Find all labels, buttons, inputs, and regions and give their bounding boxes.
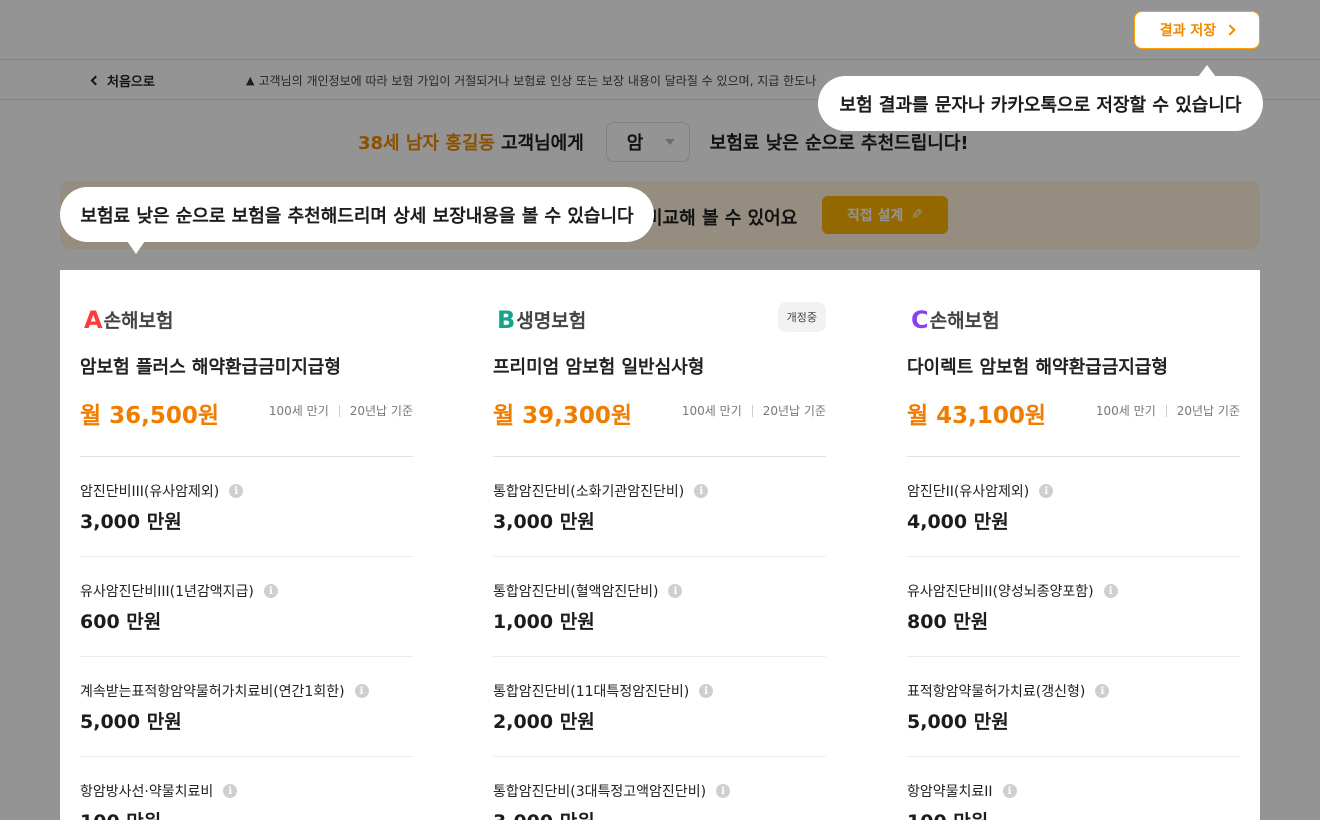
term-label: 100세 만기 (1095, 404, 1156, 418)
pay-label: 20년납 기준 (349, 404, 413, 418)
info-icon[interactable]: i (1039, 484, 1054, 498)
info-icon[interactable]: i (354, 684, 369, 698)
info-icon[interactable]: i (1103, 584, 1118, 598)
coverage-label: 통합암진단비(3대특정고액암진단비) (493, 784, 707, 800)
info-icon[interactable]: i (694, 484, 709, 498)
coverage-label: 계속받는표적항암약물허가치료비(연간1회한) (80, 684, 345, 700)
info-icon[interactable]: i (699, 684, 714, 698)
pay-label: 20년납 기준 (762, 404, 826, 418)
save-results-button[interactable]: 결과 저장 (1134, 11, 1260, 49)
insurer-logo: B 생명보험 (497, 306, 586, 333)
info-icon[interactable]: i (263, 584, 278, 598)
coverage-amount: 800 만원 (907, 611, 989, 633)
divider (1165, 404, 1167, 417)
coverage-amount: 4,000 만원 (907, 511, 1009, 533)
product-name: 다이렉트 암보험 해약환급금지급형 (907, 357, 1168, 378)
monthly-price: 월 39,300원 (493, 403, 633, 429)
chevron-right-icon (1224, 24, 1236, 36)
revision-badge: 개정중 (777, 302, 826, 332)
coverage-label: 유사암진단비III(1년감액지급) (80, 584, 254, 600)
info-icon[interactable]: i (229, 484, 244, 498)
divider (338, 404, 340, 417)
coverage-label: 항암약물치료II (907, 784, 993, 800)
policy-terms: 100세 만기 20년납 기준 (1096, 402, 1240, 419)
product-card[interactable]: B 생명보험 개정중 프리미엄 암보험 일반심사형 월 39,300원 100세… (493, 270, 826, 820)
recommendation-list: A 손해보험 암보험 플러스 해약환급금미지급형 월 36,500원 100세 … (60, 270, 1260, 820)
coverage-item: 유사암진단비III(1년감액지급) i 600 만원 (80, 557, 413, 657)
coverage-item: 계속받는표적항암약물허가치료비(연간1회한) i 5,000 만원 (80, 657, 413, 757)
product-name: 암보험 플러스 해약환급금미지급형 (80, 357, 341, 378)
list-tooltip-text: 보험료 낮은 순으로 보험을 추천해드리며 상세 보장내용을 볼 수 있습니다 (80, 205, 634, 227)
policy-terms: 100세 만기 20년납 기준 (682, 402, 826, 419)
coverage-label: 암진단비III(유사암제외) (80, 484, 220, 500)
logo-text: 손해보험 (103, 310, 174, 332)
insurer-logo: A 손해보험 (84, 306, 174, 333)
coverage-label: 표적항암약물허가치료(갱신형) (907, 684, 1086, 700)
coverage-item: 통합암진단비(3대특정고액암진단비) i 3,000 만원 (493, 757, 826, 820)
info-icon[interactable]: i (716, 784, 731, 798)
tooltip-arrow (1198, 65, 1216, 77)
coverage-item: 통합암진단비(11대특정암진단비) i 2,000 만원 (493, 657, 826, 757)
coverage-item: 항암방사선·약물치료비 i 100 만원 (80, 757, 413, 820)
info-icon[interactable]: i (223, 784, 238, 798)
coverage-amount: 5,000 만원 (907, 711, 1009, 733)
term-label: 100세 만기 (681, 404, 742, 418)
logo-letter: B (497, 305, 516, 334)
save-tooltip-text: 보험 결과를 문자나 카카오톡으로 저장할 수 있습니다 (839, 94, 1242, 116)
coverage-amount: 3,000 만원 (493, 807, 595, 820)
coverage-item: 표적항암약물허가치료(갱신형) i 5,000 만원 (907, 657, 1240, 757)
coverage-label: 통합암진단비(11대특정암진단비) (493, 684, 690, 700)
coverage-amount: 100 만원 (907, 807, 988, 820)
coverage-amount: 3,000 만원 (80, 511, 182, 533)
coverage-amount: 600 만원 (80, 611, 162, 633)
coverage-amount: 3,000 만원 (493, 511, 595, 533)
info-icon[interactable]: i (1002, 784, 1017, 798)
save-button-label: 결과 저장 (1159, 23, 1217, 39)
tooltip-arrow (127, 241, 145, 254)
monthly-price: 월 43,100원 (907, 403, 1047, 429)
logo-text: 손해보험 (929, 310, 1000, 332)
term-label: 100세 만기 (268, 404, 329, 418)
coverage-label: 통합암진단비(혈액암진단비) (493, 584, 659, 600)
logo-letter: C (911, 305, 929, 334)
logo-text: 생명보험 (516, 310, 587, 332)
policy-terms: 100세 만기 20년납 기준 (269, 402, 413, 419)
monthly-price: 월 36,500원 (80, 403, 220, 429)
product-card[interactable]: A 손해보험 암보험 플러스 해약환급금미지급형 월 36,500원 100세 … (80, 270, 413, 820)
info-icon[interactable]: i (1095, 684, 1110, 698)
coverage-label: 통합암진단비(소화기관암진단비) (493, 484, 685, 500)
product-card[interactable]: C 손해보험 다이렉트 암보험 해약환급금지급형 월 43,100원 100세 … (907, 270, 1240, 820)
coverage-item: 항암약물치료II i 100 만원 (907, 757, 1240, 820)
coverage-amount: 2,000 만원 (493, 711, 595, 733)
logo-letter: A (84, 305, 103, 334)
pay-label: 20년납 기준 (1176, 404, 1240, 418)
product-name: 프리미엄 암보험 일반심사형 (493, 357, 705, 378)
coverage-label: 암진단II(유사암제외) (907, 484, 1030, 500)
coverage-label: 항암방사선·약물치료비 (80, 784, 214, 800)
save-tooltip: 보험 결과를 문자나 카카오톡으로 저장할 수 있습니다 (818, 65, 1263, 131)
list-tooltip: 보험료 낮은 순으로 보험을 추천해드리며 상세 보장내용을 볼 수 있습니다 (60, 187, 654, 254)
coverage-item: 암진단비III(유사암제외) i 3,000 만원 (80, 457, 413, 557)
coverage-amount: 1,000 만원 (493, 611, 595, 633)
coverage-amount: 5,000 만원 (80, 711, 182, 733)
coverage-item: 유사암진단비II(양성뇌종양포함) i 800 만원 (907, 557, 1240, 657)
divider (751, 404, 753, 417)
coverage-item: 통합암진단비(혈액암진단비) i 1,000 만원 (493, 557, 826, 657)
info-icon[interactable]: i (668, 584, 683, 598)
coverage-item: 통합암진단비(소화기관암진단비) i 3,000 만원 (493, 457, 826, 557)
coverage-label: 유사암진단비II(양성뇌종양포함) (907, 584, 1094, 600)
coverage-item: 암진단II(유사암제외) i 4,000 만원 (907, 457, 1240, 557)
coverage-amount: 100 만원 (80, 807, 161, 820)
insurer-logo: C 손해보험 (911, 306, 1000, 333)
